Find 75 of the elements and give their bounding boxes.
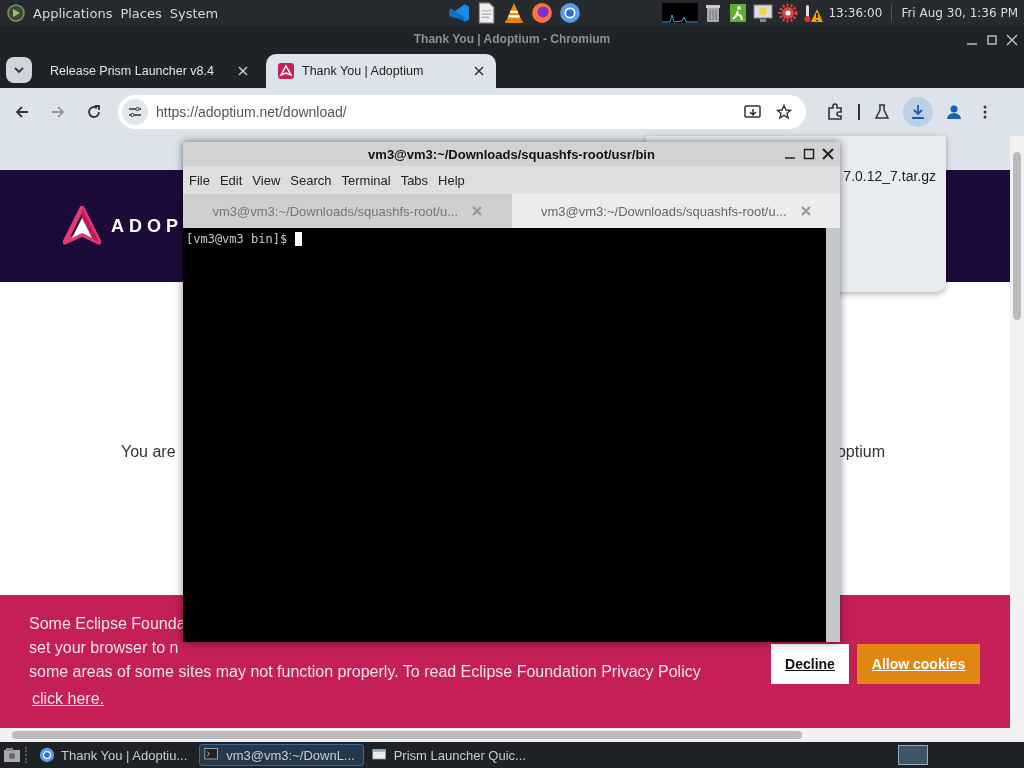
tab-title: vm3@vm3:~/Downloads/squashfs-root/u... — [541, 203, 787, 219]
panel-menu[interactable]: System — [169, 5, 219, 21]
vertical-scrollbar[interactable] — [826, 228, 840, 642]
maximize-icon[interactable] — [803, 148, 815, 160]
download-icon — [910, 104, 926, 120]
shell-prompt: [vm3@vm3 bin]$ — [186, 232, 288, 246]
menu-item[interactable]: View — [252, 172, 281, 188]
close-icon[interactable] — [822, 148, 834, 160]
maximize-icon[interactable] — [986, 34, 998, 46]
show-desktop-icon[interactable] — [3, 747, 21, 763]
tab-title: Release Prism Launcher v8.4 — [50, 64, 215, 78]
window-title: vm3@vm3:~/Downloads/squashfs-root/usr/bin — [368, 146, 655, 162]
clock[interactable]: 13:36:00 — [828, 6, 883, 20]
message-text: You are — [121, 442, 176, 461]
traffic-cone-icon[interactable] — [503, 2, 525, 24]
terminal-icon — [204, 747, 221, 763]
taskbar-button[interactable]: vm3@vm3:~/DownL... — [199, 744, 364, 766]
star-icon[interactable] — [776, 104, 792, 120]
vertical-scrollbar[interactable] — [1010, 136, 1024, 728]
monitor-icon[interactable] — [753, 3, 774, 23]
file-name[interactable]: 7.0.12_7.tar.gz — [843, 168, 936, 186]
tab-title: Thank You | Adoptium — [302, 64, 425, 78]
panel-menu[interactable]: Applications — [33, 5, 113, 21]
url-text: https://adoptium.net/download/ — [156, 104, 347, 120]
forward-arrow-icon — [50, 104, 66, 120]
message-text: optium — [836, 442, 885, 461]
back-arrow-icon[interactable] — [14, 104, 30, 120]
browser-globe-icon[interactable] — [531, 2, 553, 24]
close-icon[interactable] — [1006, 34, 1018, 46]
horizontal-scrollbar[interactable] — [0, 728, 1024, 742]
date-time[interactable]: Fri Aug 30, 1:36 PM — [901, 6, 1018, 20]
taskbar-button[interactable]: Thank You | Adoptiu... — [35, 744, 196, 766]
text-cursor — [295, 232, 303, 246]
menu-item[interactable]: File — [189, 172, 210, 188]
thermometer-warning-icon[interactable] — [803, 3, 824, 23]
exit-door-icon[interactable] — [728, 3, 749, 23]
chromium-icon — [39, 747, 55, 763]
menu-icon[interactable] — [982, 104, 988, 120]
activity-graph-icon[interactable] — [662, 3, 699, 23]
menu-item[interactable]: Search — [290, 172, 332, 188]
menu-item[interactable]: Help — [438, 172, 465, 188]
chevron-down-icon — [14, 66, 24, 74]
privacy-link[interactable]: click here. — [32, 687, 105, 711]
tab-list-button[interactable] — [6, 57, 32, 83]
gear-icon[interactable] — [778, 3, 799, 23]
panel-menu[interactable]: Places — [120, 5, 162, 21]
site-settings-icon[interactable] — [128, 106, 142, 118]
code-editor-icon[interactable] — [447, 2, 469, 24]
cookie-text: set your browser to n — [29, 638, 180, 658]
tab-title: vm3@vm3:~/Downloads/squashfs-root/u... — [212, 203, 458, 219]
chromium-icon[interactable] — [559, 2, 581, 24]
adoptium-favicon-icon — [278, 63, 294, 79]
cookie-text: some areas of some sites may not function properly. To read Eclipse Foundation Privacy Policy — [29, 662, 702, 682]
profile-icon[interactable] — [946, 104, 962, 120]
reload-icon[interactable] — [86, 104, 102, 120]
menu-item[interactable]: Terminal — [341, 172, 391, 188]
download-button[interactable] — [903, 97, 933, 127]
decline-button[interactable]: Decline — [771, 643, 849, 684]
flask-icon[interactable] — [874, 104, 890, 120]
terminal-tab[interactable]: vm3@vm3:~/Downloads/squashfs-root/u... — [511, 194, 840, 228]
browser-tab[interactable]: Thank You | Adoptium — [266, 54, 496, 88]
adoptium-logo-icon — [63, 206, 101, 246]
menu-item[interactable]: Edit — [219, 172, 243, 188]
workspace-switcher[interactable] — [898, 745, 928, 765]
browser-tab[interactable]: Release Prism Launcher v8.4 — [46, 54, 260, 88]
menu-item[interactable]: Tabs — [400, 172, 429, 188]
address-bar[interactable]: https://adoptium.net/download/ — [118, 95, 806, 129]
taskbar-button[interactable]: Prism Launcher Quic... — [367, 744, 534, 766]
install-app-icon[interactable] — [744, 104, 762, 120]
extensions-icon[interactable] — [826, 103, 844, 121]
system-logo-icon[interactable] — [7, 4, 25, 22]
window-icon — [371, 747, 388, 763]
window-title: Thank You | Adoptium - Chromium — [413, 32, 611, 46]
close-icon[interactable] — [474, 66, 484, 76]
logo-text: ADOP — [111, 215, 183, 237]
